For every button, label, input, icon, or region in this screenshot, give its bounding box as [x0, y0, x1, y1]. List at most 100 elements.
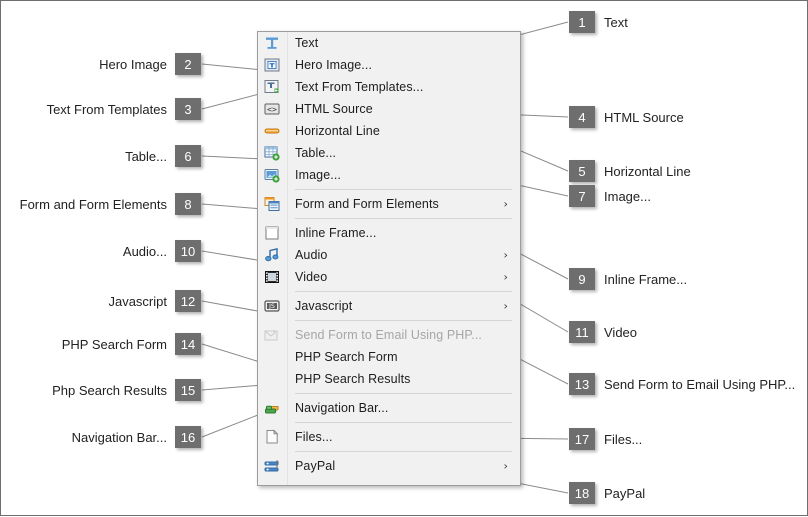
insert-object-context-menu[interactable]: Text Hero Image... Text From Templates... <…	[257, 31, 521, 486]
javascript-icon: JS	[264, 298, 280, 314]
menu-item-label: Inline Frame...	[295, 226, 377, 240]
callout-number-badge: 12	[175, 290, 201, 312]
callout-number-badge: 16	[175, 426, 201, 448]
diagram-canvas: Text Hero Image... Text From Templates... <…	[0, 0, 808, 516]
leader-line	[201, 63, 264, 71]
callout-number-badge: 11	[569, 321, 595, 343]
callout-number-badge: 17	[569, 428, 595, 450]
menu-item-text[interactable]: Text	[258, 32, 520, 54]
menu-item-html-source[interactable]: <> HTML Source	[258, 98, 520, 120]
menu-item-php-search-results[interactable]: PHP Search Results	[258, 368, 520, 390]
callout-9: 9 Inline Frame...	[569, 268, 687, 290]
menu-item-table[interactable]: Table...	[258, 142, 520, 164]
files-icon	[264, 429, 280, 445]
callout-11: 11 Video	[569, 321, 637, 343]
callout-16: Navigation Bar... 16	[1, 426, 201, 448]
menu-item-label: HTML Source	[295, 102, 373, 116]
inline-frame-icon	[264, 225, 280, 241]
callout-label: PHP Search Form	[61, 336, 167, 352]
menu-item-php-search-form[interactable]: PHP Search Form	[258, 346, 520, 368]
html-source-icon: <>	[264, 101, 280, 117]
chevron-right-icon: ›	[503, 197, 508, 211]
callout-15: Php Search Results 15	[1, 379, 201, 401]
callout-label: HTML Source	[604, 109, 684, 125]
callout-label: Send Form to Email Using PHP...	[604, 376, 796, 392]
menu-item-javascript[interactable]: JS Javascript ›	[258, 295, 520, 317]
callout-13: 13 Send Form to Email Using PHP...	[569, 373, 795, 395]
menu-item-horizontal-line[interactable]: Horizontal Line	[258, 120, 520, 142]
menu-item-video[interactable]: Video ›	[258, 266, 520, 288]
callout-number-badge: 15	[175, 379, 201, 401]
callout-18: 18 PayPal	[569, 482, 645, 504]
menu-item-image[interactable]: Image...	[258, 164, 520, 186]
chevron-right-icon: ›	[503, 459, 508, 473]
send-form-email-icon	[264, 327, 280, 343]
menu-item-label: Audio	[295, 248, 328, 262]
menu-item-hero-image[interactable]: Hero Image...	[258, 54, 520, 76]
callout-label: Files...	[604, 431, 643, 447]
table-icon	[264, 145, 280, 161]
callout-7: 7 Image...	[569, 185, 651, 207]
callout-4: 4 HTML Source	[569, 106, 684, 128]
callout-number-badge: 6	[175, 145, 201, 167]
menu-item-list[interactable]: Text Hero Image... Text From Templates... <…	[258, 32, 520, 477]
chevron-right-icon: ›	[503, 299, 508, 313]
menu-item-navigation-bar[interactable]: Navigation Bar...	[258, 397, 520, 419]
text-icon	[264, 35, 280, 51]
menu-item-label: Hero Image...	[295, 58, 373, 72]
menu-separator	[295, 422, 512, 423]
form-elements-icon	[264, 196, 280, 212]
menu-separator	[295, 218, 512, 219]
callout-8: Form and Form Elements 8	[1, 193, 201, 215]
svg-text:<>: <>	[267, 105, 277, 114]
chevron-right-icon: ›	[503, 270, 508, 284]
callout-1: 1 Text	[569, 11, 628, 33]
callout-label: Audio...	[122, 243, 167, 259]
menu-item-label: Send Form to Email Using PHP...	[295, 328, 482, 342]
callout-label: Navigation Bar...	[71, 429, 167, 445]
svg-text:JS: JS	[268, 303, 275, 310]
text-template-icon	[264, 79, 280, 95]
horizontal-line-icon	[264, 123, 280, 139]
callout-2: Hero Image 2	[1, 53, 201, 75]
callout-number-badge: 8	[175, 193, 201, 215]
callout-12: Javascript 12	[1, 290, 201, 312]
leader-line	[201, 343, 264, 364]
menu-item-label: Text	[295, 36, 319, 50]
navigation-bar-icon	[264, 400, 280, 416]
menu-item-text-from-templates[interactable]: Text From Templates...	[258, 76, 520, 98]
menu-item-label: Form and Form Elements	[295, 197, 439, 211]
menu-separator	[295, 393, 512, 394]
paypal-icon	[264, 458, 280, 474]
callout-number-badge: 10	[175, 240, 201, 262]
menu-item-audio[interactable]: Audio ›	[258, 244, 520, 266]
menu-item-send-form-to-email-using-php: Send Form to Email Using PHP...	[258, 324, 520, 346]
callout-14: PHP Search Form 14	[1, 333, 201, 355]
leader-line	[201, 155, 264, 160]
menu-item-label: Text From Templates...	[295, 80, 424, 94]
menu-item-label: Table...	[295, 146, 337, 160]
leader-line	[201, 203, 264, 210]
callout-6: Table... 6	[1, 145, 201, 167]
menu-item-label: Files...	[295, 430, 333, 444]
callout-label: Image...	[604, 188, 651, 204]
callout-label: Horizontal Line	[604, 163, 691, 179]
callout-number-badge: 9	[569, 268, 595, 290]
chevron-right-icon: ›	[503, 248, 508, 262]
callout-3: Text From Templates 3	[1, 98, 201, 120]
image-icon	[264, 167, 280, 183]
callout-number-badge: 1	[569, 11, 595, 33]
callout-5: 5 Horizontal Line	[569, 160, 691, 182]
menu-item-inline-frame[interactable]: Inline Frame...	[258, 222, 520, 244]
menu-item-files[interactable]: Files...	[258, 426, 520, 448]
leader-line	[201, 412, 264, 438]
menu-item-form-and-form-elements[interactable]: Form and Form Elements ›	[258, 193, 520, 215]
menu-item-label: Javascript	[295, 299, 353, 313]
menu-item-paypal[interactable]: PayPal ›	[258, 455, 520, 477]
video-icon	[264, 269, 280, 285]
callout-number-badge: 7	[569, 185, 595, 207]
leader-line	[201, 300, 264, 313]
callout-label: Text	[604, 14, 628, 30]
hero-image-icon	[264, 57, 280, 73]
leader-line	[201, 92, 264, 110]
